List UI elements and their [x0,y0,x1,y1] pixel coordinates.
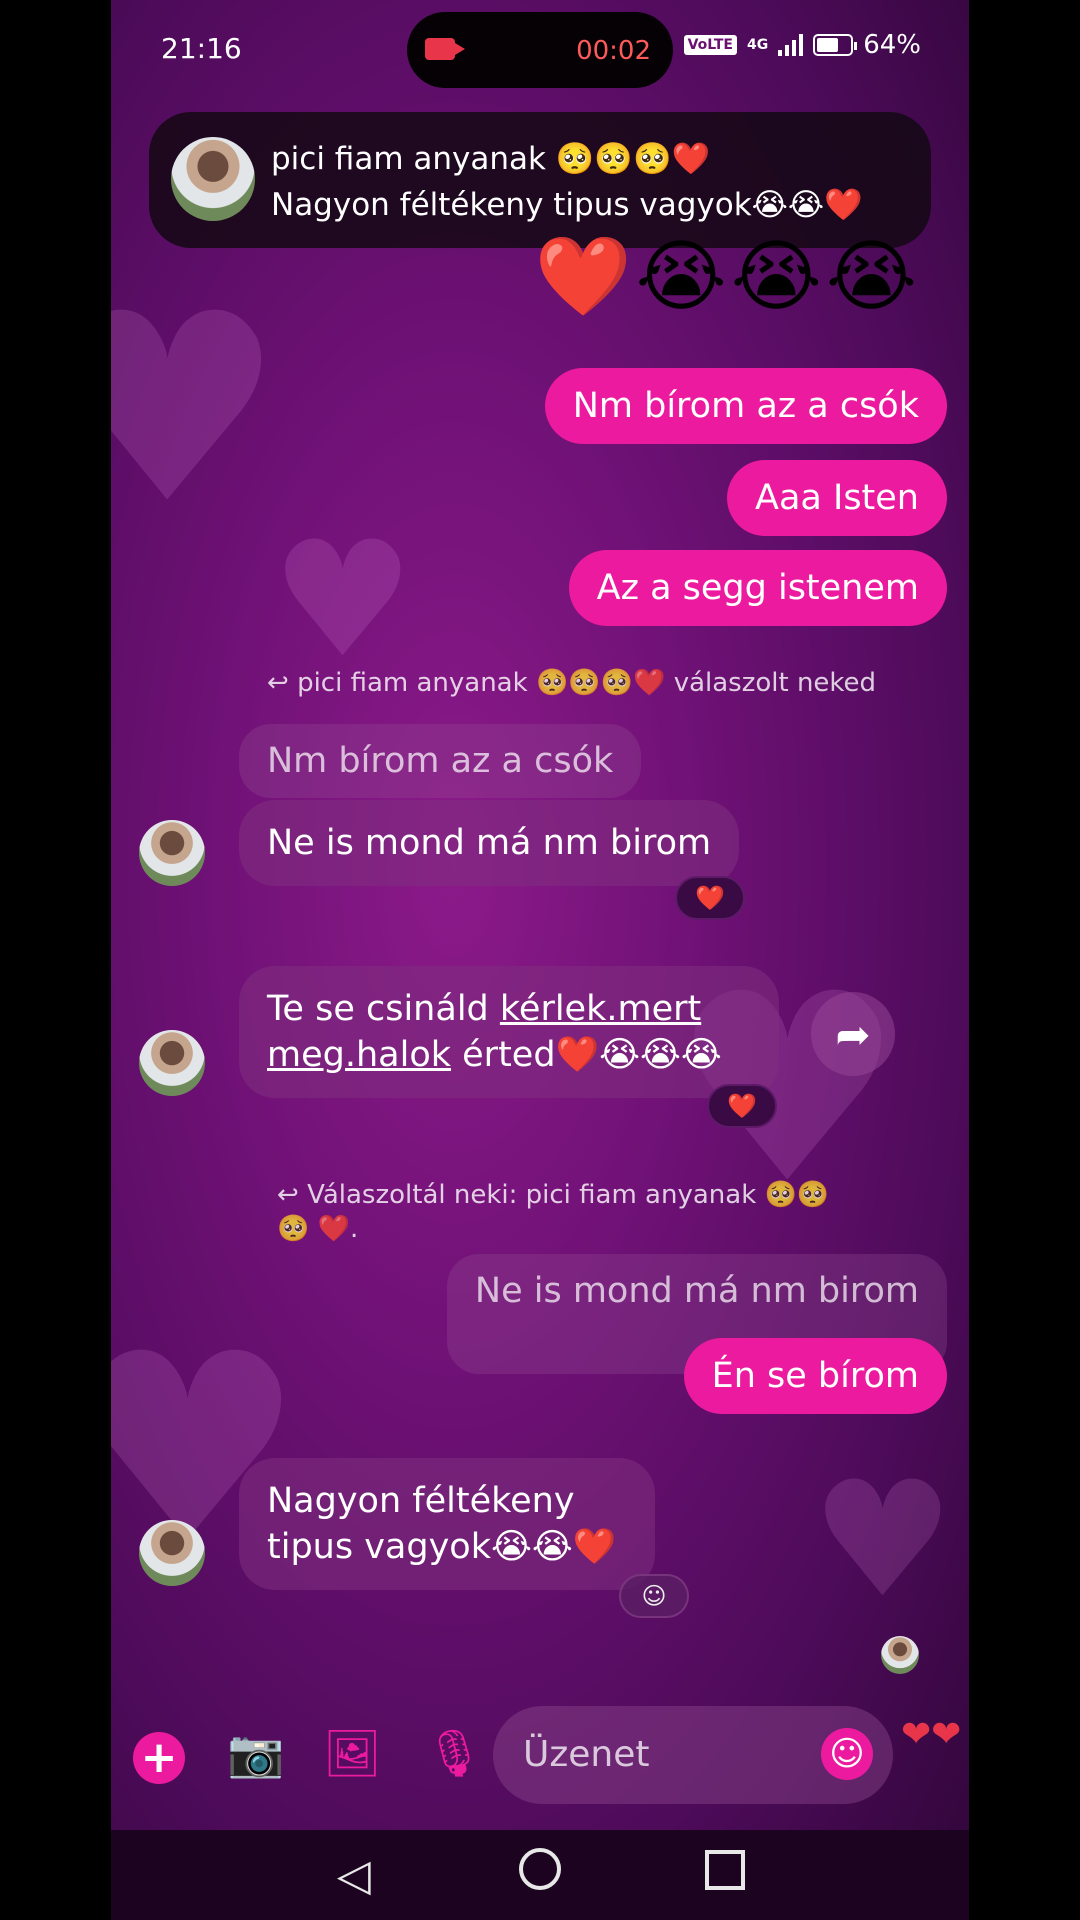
received-message[interactable]: Nagyon féltékeny tipus vagyok😭😭❤️ [239,1458,655,1590]
seen-avatar [881,1636,919,1674]
composer-bar: + 📷 🖼 🎙 Üzenet ☺ ❤❤ [111,1702,969,1808]
chat-screen: ♥ ♥ ♥ ♥ ♥ 21:16 00:02 VoLTE 4G 64% pici … [111,0,969,1920]
reply-info-text: pici fiam anyanak 🥺🥺🥺❤️ válaszolt neked [297,668,877,698]
screen-recording-pill[interactable]: 00:02 [407,12,673,88]
volte-badge: VoLTE [683,35,737,55]
sent-message[interactable]: Aaa Isten [727,460,947,536]
message-text: érted❤️😭😭😭 [451,1035,722,1075]
message-text: Te se csináld [267,989,500,1029]
quoted-message[interactable]: Nm bírom az a csók [239,724,642,798]
add-reaction-button[interactable]: ☺ [619,1574,689,1618]
avatar[interactable] [139,820,205,886]
recents-icon[interactable] [705,1850,745,1890]
reply-info: ↩ pici fiam anyanak 🥺🥺🥺❤️ válaszolt neke… [267,668,876,698]
message-placeholder: Üzenet [523,1734,650,1775]
reply-arrow-icon: ↩ [267,668,298,698]
microphone-icon[interactable]: 🎙 [425,1730,483,1776]
received-message[interactable]: Te se csináld kérlek.mert meg.halok érted… [239,966,779,1098]
background-heart: ♥ [811,1446,955,1633]
message-input[interactable]: Üzenet ☺ [493,1706,893,1804]
background-heart: ♥ [111,259,285,561]
message-link[interactable]: meg.halok [267,1035,451,1075]
share-arrow-icon[interactable]: ➦ [811,992,895,1076]
message-link[interactable]: kérlek.mert [500,989,701,1029]
message-notification[interactable]: pici fiam anyanak 🥺🥺🥺❤️ Nagyon féltékeny… [149,112,931,248]
sent-message[interactable]: Az a segg istenem [568,550,947,626]
navigation-bar: ◁ [111,1830,969,1920]
hearts-icon[interactable]: ❤❤ [901,1714,961,1755]
reply-info-text: Válaszoltál neki: pici fiam anyanak 🥺🥺🥺 … [277,1180,830,1244]
avatar[interactable] [139,1520,205,1586]
camera-icon[interactable]: 📷 [227,1730,284,1776]
smiley-icon[interactable]: ☺ [821,1728,873,1780]
recording-timer: 00:02 [576,36,651,66]
sent-message[interactable]: Nm bírom az a csók [544,368,947,444]
heart-reaction[interactable]: ❤️ [675,876,745,920]
heart-reaction[interactable]: ❤️ [707,1084,777,1128]
notification-sender: pici fiam anyanak 🥺🥺🥺❤️ [271,141,711,177]
signal-icon [778,34,804,56]
reply-arrow-icon: ↩ [277,1180,308,1210]
notification-message: Nagyon féltékeny tipus vagyok😭😭❤️ [271,187,863,223]
plus-icon[interactable]: + [133,1732,185,1784]
image-icon[interactable]: 🖼 [323,1730,381,1776]
background-heart: ♥ [271,506,415,693]
avatar[interactable] [139,1030,205,1096]
video-record-icon [425,38,465,60]
sent-message[interactable]: Én se bírom [683,1338,947,1414]
avatar [171,137,255,221]
battery-percent: 64% [863,30,921,60]
received-message[interactable]: Ne is mond má nm birom [239,800,740,886]
network-type: 4G [746,36,769,53]
system-icons: VoLTE 4G 64% [683,30,921,60]
battery-icon [813,34,858,56]
add-reaction-icon: ☺ [641,1582,667,1610]
status-bar: 21:16 00:02 VoLTE 4G 64% [111,0,969,100]
reply-info: ↩ Válaszoltál neki: pici fiam anyanak 🥺🥺… [277,1178,837,1246]
emoji-message[interactable]: ❤️😭😭😭 [534,232,921,323]
clock: 21:16 [161,32,242,65]
home-icon[interactable] [519,1848,561,1890]
back-icon[interactable]: ◁ [337,1850,371,1901]
